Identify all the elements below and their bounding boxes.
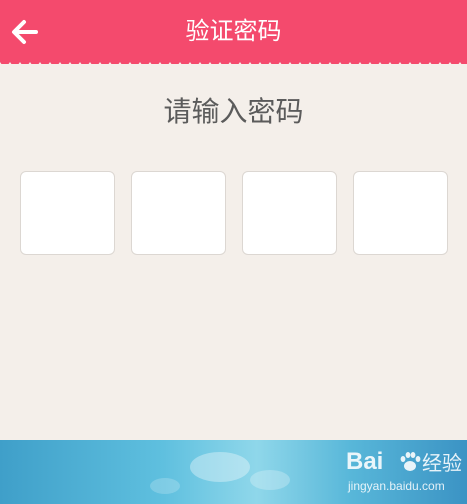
page-title: 验证密码	[185, 17, 282, 45]
pin-digit-box-1[interactable]	[20, 171, 115, 255]
header-scallop-edge	[0, 62, 467, 72]
pin-input-row	[20, 171, 448, 255]
watermark-url: jingyan.baidu.com	[348, 479, 445, 493]
glow-spot	[250, 470, 290, 490]
glow-spot	[150, 478, 180, 494]
watermark-suffix-text: 经验	[422, 451, 462, 475]
baidu-jingyan-watermark: Bai 经验 jingyan.baidu.com	[340, 446, 462, 498]
watermark-logo-text: Bai	[346, 448, 384, 475]
enter-password-prompt: 请输入密码	[163, 95, 304, 128]
pin-digit-box-3[interactable]	[242, 171, 337, 255]
app-header: 验证密码	[0, 0, 467, 64]
pin-digit-box-2[interactable]	[131, 171, 226, 255]
glow-spot	[190, 452, 250, 482]
pin-digit-box-4[interactable]	[353, 171, 448, 255]
paw-icon	[400, 452, 421, 471]
